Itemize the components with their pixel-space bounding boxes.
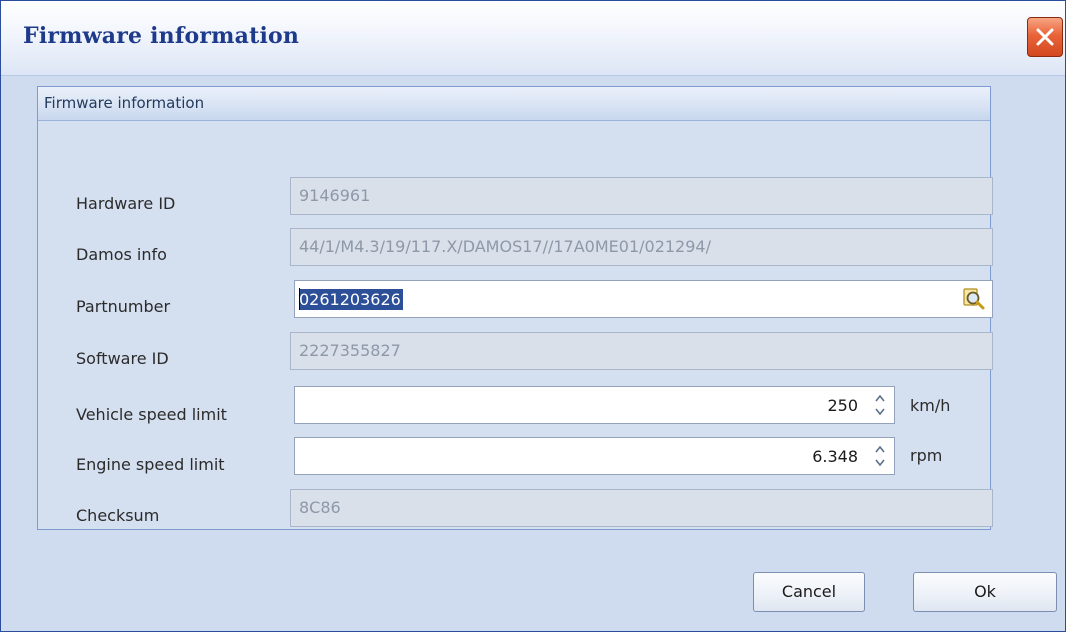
partnumber-label: Partnumber [76, 297, 171, 316]
vehicle-speed-unit: km/h [910, 396, 951, 415]
damos-info-value: 44/1/M4.3/19/117.X/DAMOS17//17A0ME01/021… [299, 237, 711, 256]
dialog-body: Firmware information Hardware ID 9146961… [1, 76, 1065, 631]
close-button[interactable] [1027, 17, 1063, 57]
engine-speed-limit-label: Engine speed limit [76, 455, 225, 474]
damos-info-field: 44/1/M4.3/19/117.X/DAMOS17//17A0ME01/021… [290, 228, 993, 266]
hardware-id-label: Hardware ID [76, 194, 176, 213]
group-title: Firmware information [44, 94, 205, 112]
checksum-value: 8C86 [299, 498, 341, 517]
ok-button[interactable]: Ok [913, 572, 1057, 612]
software-id-label: Software ID [76, 349, 169, 368]
magnifier-icon[interactable] [962, 287, 986, 311]
partnumber-value: 0261203626 [299, 289, 403, 310]
engine-speed-unit: rpm [910, 446, 943, 465]
checksum-field: 8C86 [290, 489, 993, 527]
engine-speed-limit-value: 6.348 [812, 447, 858, 466]
hardware-id-field: 9146961 [290, 177, 993, 215]
close-icon [1036, 28, 1054, 46]
text-caret [299, 288, 300, 310]
spin-updown-icon[interactable] [872, 391, 888, 419]
window-title: Firmware information [23, 23, 300, 49]
spin-updown-icon[interactable] [872, 442, 888, 470]
damos-info-label: Damos info [76, 245, 167, 264]
vehicle-speed-limit-label: Vehicle speed limit [76, 405, 227, 424]
software-id-value: 2227355827 [299, 341, 401, 360]
engine-speed-limit-input[interactable]: 6.348 [294, 437, 895, 475]
vehicle-speed-limit-input[interactable]: 250 [294, 386, 895, 424]
group-header: Firmware information [38, 87, 990, 121]
software-id-field: 2227355827 [290, 332, 993, 370]
hardware-id-value: 9146961 [299, 186, 371, 205]
checksum-label: Checksum [76, 506, 160, 525]
partnumber-input[interactable]: 0261203626 [294, 280, 993, 318]
cancel-button[interactable]: Cancel [753, 572, 865, 612]
vehicle-speed-limit-value: 250 [827, 396, 858, 415]
title-bar[interactable]: Firmware information [1, 1, 1065, 76]
firmware-info-group: Firmware information Hardware ID 9146961… [37, 86, 993, 530]
firmware-information-dialog: Firmware information Firmware informatio… [0, 0, 1066, 632]
